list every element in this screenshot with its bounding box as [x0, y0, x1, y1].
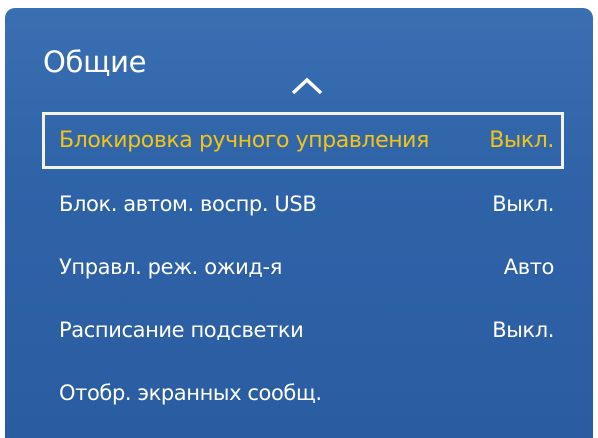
menu-item-backlight-schedule[interactable]: Расписание подсветки Выкл. [42, 301, 564, 358]
menu-item-value: Выкл. [489, 128, 554, 153]
menu-item-label: Блок. автом. воспр. USB [59, 191, 317, 216]
menu-item-label: Управл. реж. ожид-я [59, 254, 282, 279]
menu-item-usb-autoplay-lock[interactable]: Блок. автом. воспр. USB Выкл. [42, 175, 564, 232]
menu-item-value: Выкл. [492, 317, 554, 342]
settings-panel: Общие Блокировка ручного управления Выкл… [5, 8, 593, 438]
menu-title: Общие [43, 45, 147, 79]
menu-item-label: Отобр. экранных сообщ. [59, 380, 322, 405]
menu-item-label: Блокировка ручного управления [59, 128, 429, 153]
menu-item-osd-messages[interactable]: Отобр. экранных сообщ. [42, 364, 564, 421]
menu-item-value: Выкл. [492, 191, 554, 216]
menu-item-manual-lock[interactable]: Блокировка ручного управления Выкл. [42, 112, 564, 169]
menu-list: Блокировка ручного управления Выкл. Блок… [42, 112, 564, 427]
chevron-up-icon[interactable] [290, 76, 324, 96]
menu-item-standby-control[interactable]: Управл. реж. ожид-я Авто [42, 238, 564, 295]
menu-item-value: Авто [503, 254, 555, 279]
menu-item-label: Расписание подсветки [59, 317, 304, 342]
